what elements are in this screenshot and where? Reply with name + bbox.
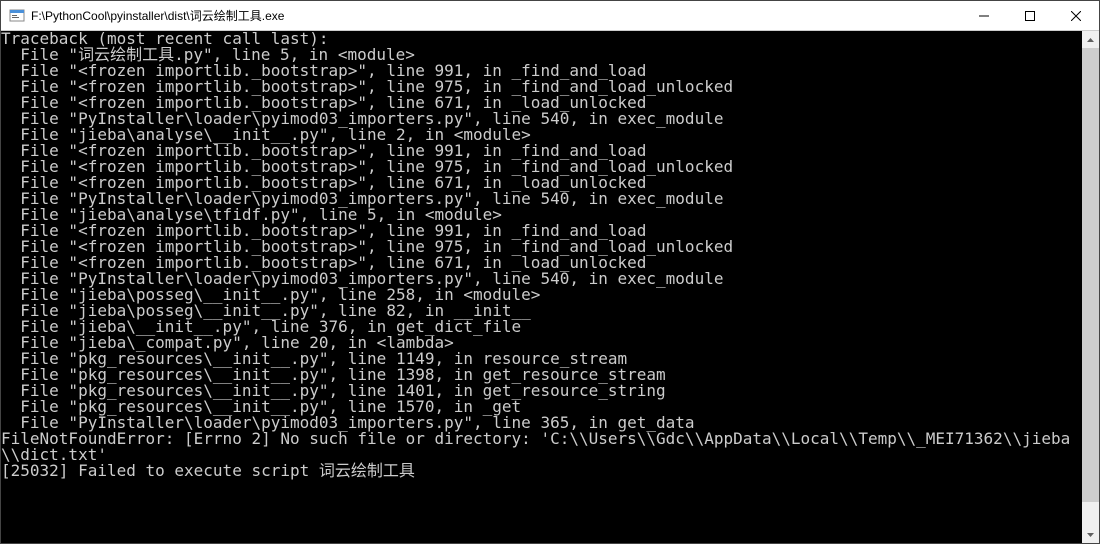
scrollbar-track[interactable]	[1082, 48, 1099, 526]
vertical-scrollbar[interactable]	[1082, 31, 1099, 543]
titlebar[interactable]: F:\PythonCool\pyinstaller\dist\词云绘制工具.ex…	[1, 1, 1099, 31]
scroll-down-arrow[interactable]	[1082, 526, 1099, 543]
app-icon	[9, 8, 25, 24]
console-line: FileNotFoundError: [Errno 2] No such fil…	[1, 431, 1082, 463]
window-controls	[961, 1, 1099, 30]
console-area: Traceback (most recent call last): File …	[1, 31, 1099, 543]
console-line: [25032] Failed to execute script 词云绘制工具	[1, 463, 1082, 479]
close-button[interactable]	[1053, 1, 1099, 30]
minimize-button[interactable]	[961, 1, 1007, 30]
maximize-button[interactable]	[1007, 1, 1053, 30]
scrollbar-thumb[interactable]	[1082, 48, 1099, 502]
scroll-up-arrow[interactable]	[1082, 31, 1099, 48]
window-title: F:\PythonCool\pyinstaller\dist\词云绘制工具.ex…	[31, 7, 961, 24]
console-output[interactable]: Traceback (most recent call last): File …	[1, 31, 1082, 479]
